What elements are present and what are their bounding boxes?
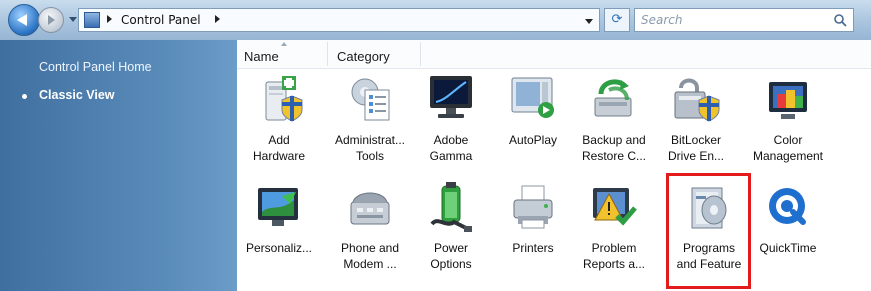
item-label: Printers bbox=[512, 241, 554, 255]
item-label: Administrat... bbox=[334, 133, 406, 147]
item-personalization[interactable]: Personaliz... bbox=[240, 182, 318, 256]
highlight-box bbox=[666, 173, 751, 289]
breadcrumb-chevron-icon[interactable] bbox=[107, 15, 112, 23]
breadcrumb-chevron-icon[interactable] bbox=[215, 15, 220, 23]
personalization-icon bbox=[258, 188, 298, 226]
printer-icon bbox=[513, 185, 553, 229]
search-input[interactable] bbox=[635, 9, 837, 31]
item-label: Color bbox=[773, 133, 803, 147]
item-label: Gamma bbox=[429, 149, 473, 163]
control-panel-icon bbox=[84, 12, 100, 28]
quicktime-icon bbox=[769, 188, 806, 225]
item-printers[interactable]: Printers bbox=[494, 182, 572, 256]
column-divider[interactable] bbox=[420, 42, 421, 66]
sidebar-item-control-panel-home[interactable]: Control Panel Home bbox=[39, 60, 152, 74]
administrative-tools-icon bbox=[351, 78, 390, 121]
control-panel-window: Control Panel ⟳ Control Panel Home Class… bbox=[0, 0, 871, 291]
item-quicktime[interactable]: QuickTime bbox=[749, 182, 827, 256]
refresh-button[interactable]: ⟳ bbox=[604, 8, 630, 32]
back-button[interactable] bbox=[8, 4, 40, 36]
item-label: Modem ... bbox=[343, 257, 397, 271]
item-power-options[interactable]: Power Options bbox=[412, 182, 490, 272]
sidebar-item-classic-view[interactable]: Classic View bbox=[39, 88, 115, 102]
item-label: Power bbox=[433, 241, 468, 255]
add-hardware-icon bbox=[265, 76, 303, 122]
adobe-gamma-icon bbox=[430, 76, 472, 118]
color-management-icon bbox=[769, 82, 807, 119]
item-label: Options bbox=[430, 257, 472, 271]
backup-restore-icon bbox=[594, 79, 632, 117]
refresh-icon: ⟳ bbox=[611, 12, 623, 27]
item-label: Phone and bbox=[340, 241, 400, 255]
item-label: QuickTime bbox=[759, 241, 817, 255]
search-box[interactable] bbox=[634, 8, 854, 32]
column-header-row: Name Category bbox=[237, 40, 871, 69]
item-label: AutoPlay bbox=[508, 133, 558, 147]
bullet-icon bbox=[22, 94, 27, 99]
sort-ascending-icon bbox=[281, 42, 287, 46]
item-label: Management bbox=[752, 149, 824, 163]
item-label: Personaliz... bbox=[245, 241, 313, 255]
item-label: Tools bbox=[355, 149, 384, 163]
item-label: Add bbox=[268, 133, 290, 147]
address-bar[interactable]: Control Panel bbox=[78, 8, 600, 32]
bitlocker-icon bbox=[674, 78, 720, 122]
item-problem-reports[interactable]: Problem Reports a... bbox=[575, 182, 653, 272]
problem-reports-icon bbox=[593, 188, 637, 226]
item-label: Adobe bbox=[433, 133, 469, 147]
breadcrumb-control-panel[interactable]: Control Panel bbox=[121, 12, 201, 28]
search-icon[interactable] bbox=[833, 13, 847, 27]
phone-modem-icon bbox=[350, 192, 390, 225]
autoplay-icon bbox=[511, 77, 554, 118]
power-options-icon bbox=[430, 182, 472, 232]
item-bitlocker[interactable]: BitLocker Drive En... bbox=[657, 74, 735, 164]
item-backup-and-restore[interactable]: Backup and Restore C... bbox=[575, 74, 653, 164]
item-label: Drive En... bbox=[667, 149, 724, 163]
address-dropdown-icon[interactable] bbox=[585, 19, 593, 24]
item-label: Reports a... bbox=[582, 257, 646, 271]
recent-pages-dropdown-icon[interactable] bbox=[69, 17, 77, 22]
item-add-hardware[interactable]: Add Hardware bbox=[240, 74, 318, 164]
forward-button[interactable] bbox=[38, 7, 64, 33]
item-adobe-gamma[interactable]: Adobe Gamma bbox=[412, 74, 490, 164]
item-label: Problem bbox=[591, 241, 637, 255]
item-label: Restore C... bbox=[581, 149, 647, 163]
item-color-management[interactable]: Color Management bbox=[749, 74, 827, 164]
column-divider[interactable] bbox=[327, 42, 328, 66]
item-label: Backup and bbox=[582, 133, 646, 147]
navigation-bar: Control Panel ⟳ bbox=[0, 0, 871, 40]
item-label: BitLocker bbox=[670, 133, 722, 147]
item-autoplay[interactable]: AutoPlay bbox=[494, 74, 572, 148]
item-label: Hardware bbox=[252, 149, 306, 163]
task-pane: Control Panel Home Classic View bbox=[0, 40, 237, 291]
item-administrative-tools[interactable]: Administrat... Tools bbox=[331, 74, 409, 164]
items-view: Name Category Add Hardware Administrat..… bbox=[237, 40, 871, 291]
column-header-category[interactable]: Category bbox=[337, 49, 390, 64]
column-header-name[interactable]: Name bbox=[244, 49, 279, 64]
item-phone-and-modem[interactable]: Phone and Modem ... bbox=[331, 182, 409, 272]
